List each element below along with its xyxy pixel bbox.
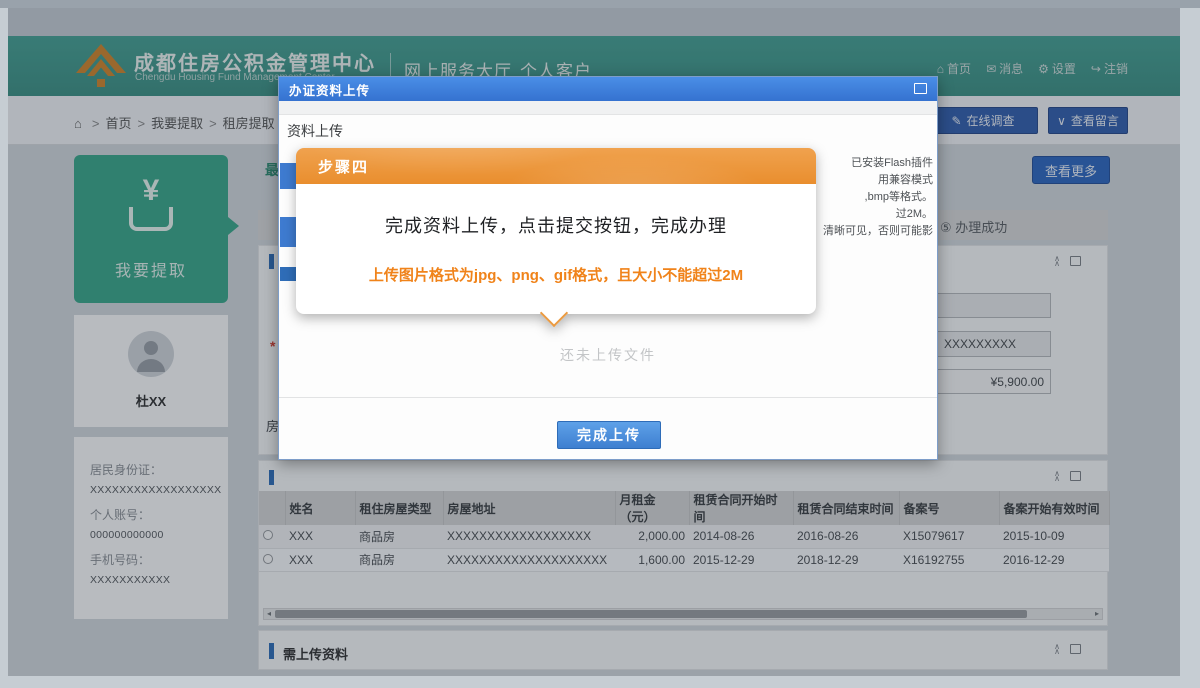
popup-header: 步骤四 [296,148,816,184]
popup-body: 完成资料上传，点击提交按钮，完成办理 上传图片格式为jpg、png、gif格式，… [296,184,816,314]
popup-format-note: 上传图片格式为jpg、png、gif格式，且大小不能超过2M [296,264,816,285]
covered-section-marker [280,267,297,281]
modal-titlebar[interactable]: 办证资料上传 [279,77,937,101]
finish-upload-button[interactable]: 完成上传 [557,421,661,449]
no-files-text: 还未上传文件 [279,345,937,365]
modal-title: 办证资料上传 [289,80,370,99]
step-four-popup: 步骤四 完成资料上传，点击提交按钮，完成办理 上传图片格式为jpg、png、gi… [296,148,816,314]
covered-button-fragment [280,217,297,247]
modal-divider [279,397,937,398]
modal-close-icon[interactable] [914,83,927,94]
covered-button-fragment [280,163,297,189]
popup-step-title: 步骤四 [318,156,369,177]
popup-instruction: 完成资料上传，点击提交按钮，完成办理 [296,212,816,238]
modal-heading: 资料上传 [287,121,343,141]
page: 成都住房公积金管理中心 Chengdu Housing Fund Managem… [8,8,1180,676]
browser-top-edge [0,0,1200,8]
modal-toolbar-strip [279,101,937,115]
